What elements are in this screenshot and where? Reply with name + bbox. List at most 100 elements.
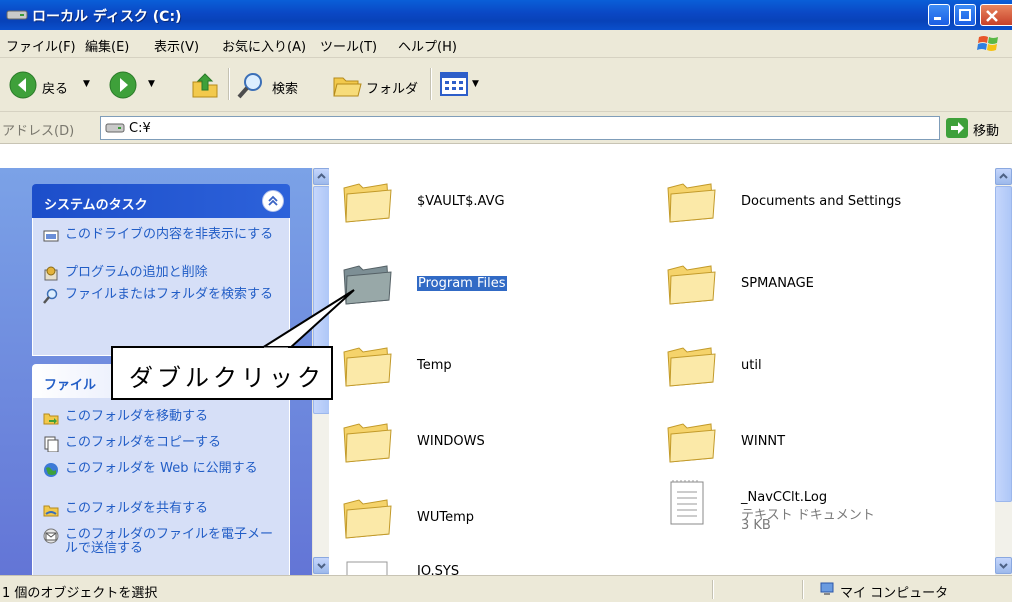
add-remove-programs-icon: [44, 266, 58, 281]
forward-arrow-icon: [109, 71, 137, 99]
title-bar[interactable]: ローカル ディスク (C:): [0, 0, 1012, 30]
views-icon: [440, 72, 468, 96]
forward-dropdown-icon[interactable]: ▼: [148, 79, 155, 89]
search-label: 検索: [272, 82, 299, 97]
chevron-down-icon: [999, 563, 1008, 569]
back-arrow-icon: [9, 71, 37, 99]
back-button[interactable]: 戻る ▼: [8, 70, 98, 100]
chevron-up-icon: [317, 173, 326, 179]
menu-tools[interactable]: ツール(T): [320, 36, 377, 55]
folder-icon: [343, 347, 392, 387]
folder-icon: [667, 183, 716, 223]
up-folder-button[interactable]: [190, 70, 220, 100]
task-label: このフォルダのファイルを電子メールで送信する: [65, 527, 274, 556]
collapse-button[interactable]: [262, 190, 284, 212]
copy-folder-icon: [44, 436, 59, 452]
file-name: SPMANAGE: [741, 276, 814, 291]
task-label: ファイルまたはフォルダを検索する: [65, 287, 274, 302]
callout-box: ダブルクリック: [111, 346, 333, 400]
folders-icon: [333, 77, 362, 97]
task-label: プログラムの追加と削除: [65, 265, 208, 280]
status-bar: 1 個のオブジェクトを選択 マイ コンピュータ: [0, 575, 1012, 602]
file-name: Program Files: [417, 276, 507, 291]
search-button[interactable]: 検索: [236, 70, 316, 100]
callout-text: ダブルクリック: [129, 364, 325, 392]
forward-button[interactable]: ▼: [108, 70, 158, 100]
file-name: WINDOWS: [417, 434, 485, 449]
views-dropdown-icon[interactable]: ▼: [472, 79, 479, 89]
menu-help[interactable]: ヘルプ(H): [398, 36, 457, 55]
menu-view[interactable]: 表示(V): [154, 36, 199, 55]
folders-label: フォルダ: [366, 82, 419, 97]
maximize-icon: [959, 9, 971, 21]
chevron-up-icon: [268, 195, 278, 206]
up-folder-icon: [192, 73, 218, 98]
status-location-label: マイ コンピュータ: [840, 586, 949, 601]
file-name: util: [741, 358, 762, 373]
my-computer-icon: [820, 582, 834, 595]
publish-web-icon: [44, 463, 58, 477]
search-icon: [43, 288, 58, 304]
menu-file[interactable]: ファイル(F): [6, 36, 76, 55]
folder-icon: [667, 423, 716, 463]
chevron-up-icon: [999, 173, 1008, 179]
system-tasks-header[interactable]: システムのタスク: [32, 184, 290, 218]
menu-bar: ファイル(F) 編集(E) 表示(V) お気に入り(A) ツール(T) ヘルプ(…: [0, 30, 1012, 58]
scroll-thumb[interactable]: [995, 186, 1012, 502]
file-name: WUTemp: [417, 510, 475, 525]
go-arrow-icon[interactable]: [946, 118, 968, 138]
menu-favorites[interactable]: お気に入り(A): [222, 36, 306, 55]
folders-button[interactable]: フォルダ: [332, 70, 424, 100]
task-label: このフォルダを移動する: [65, 409, 209, 424]
move-folder-icon: [43, 413, 59, 425]
scroll-down-button[interactable]: [313, 557, 330, 574]
file-name: _NavCClt.Log: [741, 490, 828, 505]
task-label: このフォルダを Web に公開する: [65, 461, 258, 476]
file-tasks-title: ファイル: [44, 378, 97, 393]
drive-icon: [105, 123, 125, 133]
file-tasks-body: このフォルダを移動する このフォルダをコピーする このフォルダを Web に公開…: [32, 398, 290, 575]
address-bar: アドレス(D) C:¥ 移動: [0, 112, 1012, 144]
system-tasks-panel: システムのタスク このドライブの内容を非表示にする プログラムの追加と削除 ファ…: [32, 184, 290, 356]
scroll-down-button[interactable]: [995, 557, 1012, 574]
file-name: Temp: [417, 358, 452, 373]
hide-drive-icon: [43, 230, 59, 242]
system-tasks-body: このドライブの内容を非表示にする プログラムの追加と削除 ファイルまたはフォルダ…: [32, 218, 290, 356]
minimize-button[interactable]: [928, 4, 950, 26]
go-button[interactable]: 移動: [973, 120, 999, 139]
task-label: このドライブの内容を非表示にする: [65, 227, 274, 242]
minimize-icon: [934, 17, 941, 20]
back-dropdown-icon[interactable]: ▼: [83, 79, 90, 89]
file-name: WINNT: [741, 434, 786, 449]
menu-edit[interactable]: 編集(E): [85, 36, 129, 55]
views-button[interactable]: ▼: [440, 70, 490, 100]
status-text: 1 個のオブジェクトを選択: [2, 586, 158, 601]
task-label: このフォルダを共有する: [65, 501, 209, 516]
toolbar: 戻る ▼ ▼ 検索 フォルダ ▼: [0, 58, 1012, 112]
folder-icon: [343, 423, 392, 463]
folder-icon: [667, 347, 716, 387]
file-list-scrollbar[interactable]: [995, 168, 1012, 575]
chevron-down-icon: [317, 563, 326, 569]
file-name: $VAULT$.AVG: [417, 194, 505, 209]
folder-icon: [343, 265, 392, 305]
address-label: アドレス(D): [2, 124, 75, 139]
maximize-button[interactable]: [954, 4, 976, 26]
windows-logo-icon: [977, 36, 998, 51]
close-button[interactable]: [980, 4, 1012, 26]
file-name: IO.SYS: [417, 564, 460, 575]
folder-icon: [343, 183, 392, 223]
back-label: 戻る: [42, 82, 69, 97]
file-name: Documents and Settings: [741, 194, 902, 209]
scroll-up-button[interactable]: [313, 168, 330, 185]
file-size: 3 KB: [741, 518, 771, 533]
window-title: ローカル ディスク (C:): [32, 9, 182, 25]
address-field[interactable]: C:¥: [100, 116, 940, 140]
search-icon: [237, 73, 262, 99]
address-value: C:¥: [129, 121, 151, 136]
close-icon: [986, 10, 998, 22]
file-list: $VAULT$.AVG Documents and Settings Progr…: [329, 168, 995, 575]
share-folder-icon: [43, 505, 59, 517]
system-file-icon: [346, 561, 388, 575]
scroll-up-button[interactable]: [995, 168, 1012, 185]
